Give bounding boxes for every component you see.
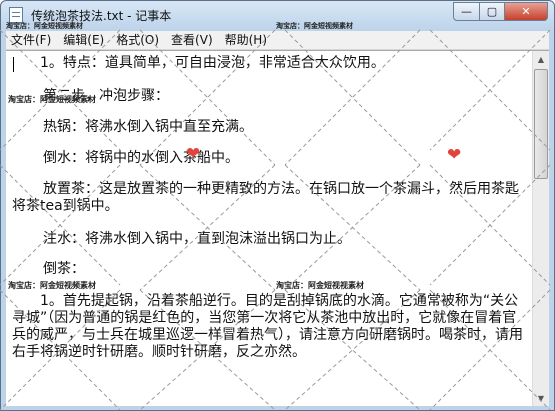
paragraph: 1。特点：道具简单，可自由浸泡，非常适合大众饮用。 [40,55,385,71]
maximize-button[interactable]: ▢ [479,2,505,21]
watermark-text: 淘宝店：阿金短视频素材 [276,22,353,30]
watermark-text: 淘宝店：阿金短视视素材 [276,281,364,290]
title-bar[interactable]: 传统泡茶技法.txt - 记事本 淘宝店：阿金短视频素材 淘宝店：阿金短视频素材… [1,1,554,31]
menu-bar: 文件(F) 编辑(E) 格式(O) 查看(V) 帮助(H) [6,31,549,50]
paragraph: 热锅：将沸水倒入锅中直至充满。 [43,119,253,135]
menu-edit[interactable]: 编辑(E) [58,31,109,50]
document-text[interactable]: 1。特点：道具简单，可自由浸泡，非常适合大众饮用。 第二步，冲泡步骤： 热锅：将… [12,55,527,405]
menu-format[interactable]: 格式(O) [111,31,164,50]
notepad-window: 传统泡茶技法.txt - 记事本 淘宝店：阿金短视频素材 淘宝店：阿金短视频素材… [0,0,555,411]
paragraph: 注水：将沸水倒入锅中，直到泡沫溢出锅口为止。 [43,231,351,247]
menu-help[interactable]: 帮助(H) [220,31,272,50]
scroll-up-icon[interactable]: ▲ [533,51,549,68]
scroll-down-icon[interactable]: ▼ [533,390,549,406]
heart-icon: ❤ [186,144,201,164]
watermark-text: 淘宝店：阿金短视频素材 [8,281,96,290]
close-button[interactable]: ✕ [504,2,548,21]
watermark-text: 淘宝店：阿金短视频素材 [6,22,83,30]
vertical-scrollbar[interactable]: ▲ ▼ [532,51,549,406]
menu-file[interactable]: 文件(F) [6,31,56,50]
paragraph: 放置茶：这是放置茶的一种更精致的方法。在锅口放一个茶漏斗，然后用茶匙将茶tea到… [12,181,519,214]
watermark-text: 淘宝店：阿金短视频素材 [8,95,96,104]
minimize-button[interactable]: — [453,2,480,21]
paragraph: 1。首先提起锅，沿着茶船逆行。目的是刮掉锅底的水滴。它通常被称为“关公寻城”（因… [12,293,523,360]
scroll-thumb[interactable] [534,69,548,179]
heart-icon: ❤ [447,145,462,165]
text-editor[interactable]: 1。特点：道具简单，可自由浸泡，非常适合大众饮用。 第二步，冲泡步骤： 热锅：将… [6,50,549,406]
menu-view[interactable]: 查看(V) [166,31,218,50]
paragraph: 倒茶： [43,261,85,277]
